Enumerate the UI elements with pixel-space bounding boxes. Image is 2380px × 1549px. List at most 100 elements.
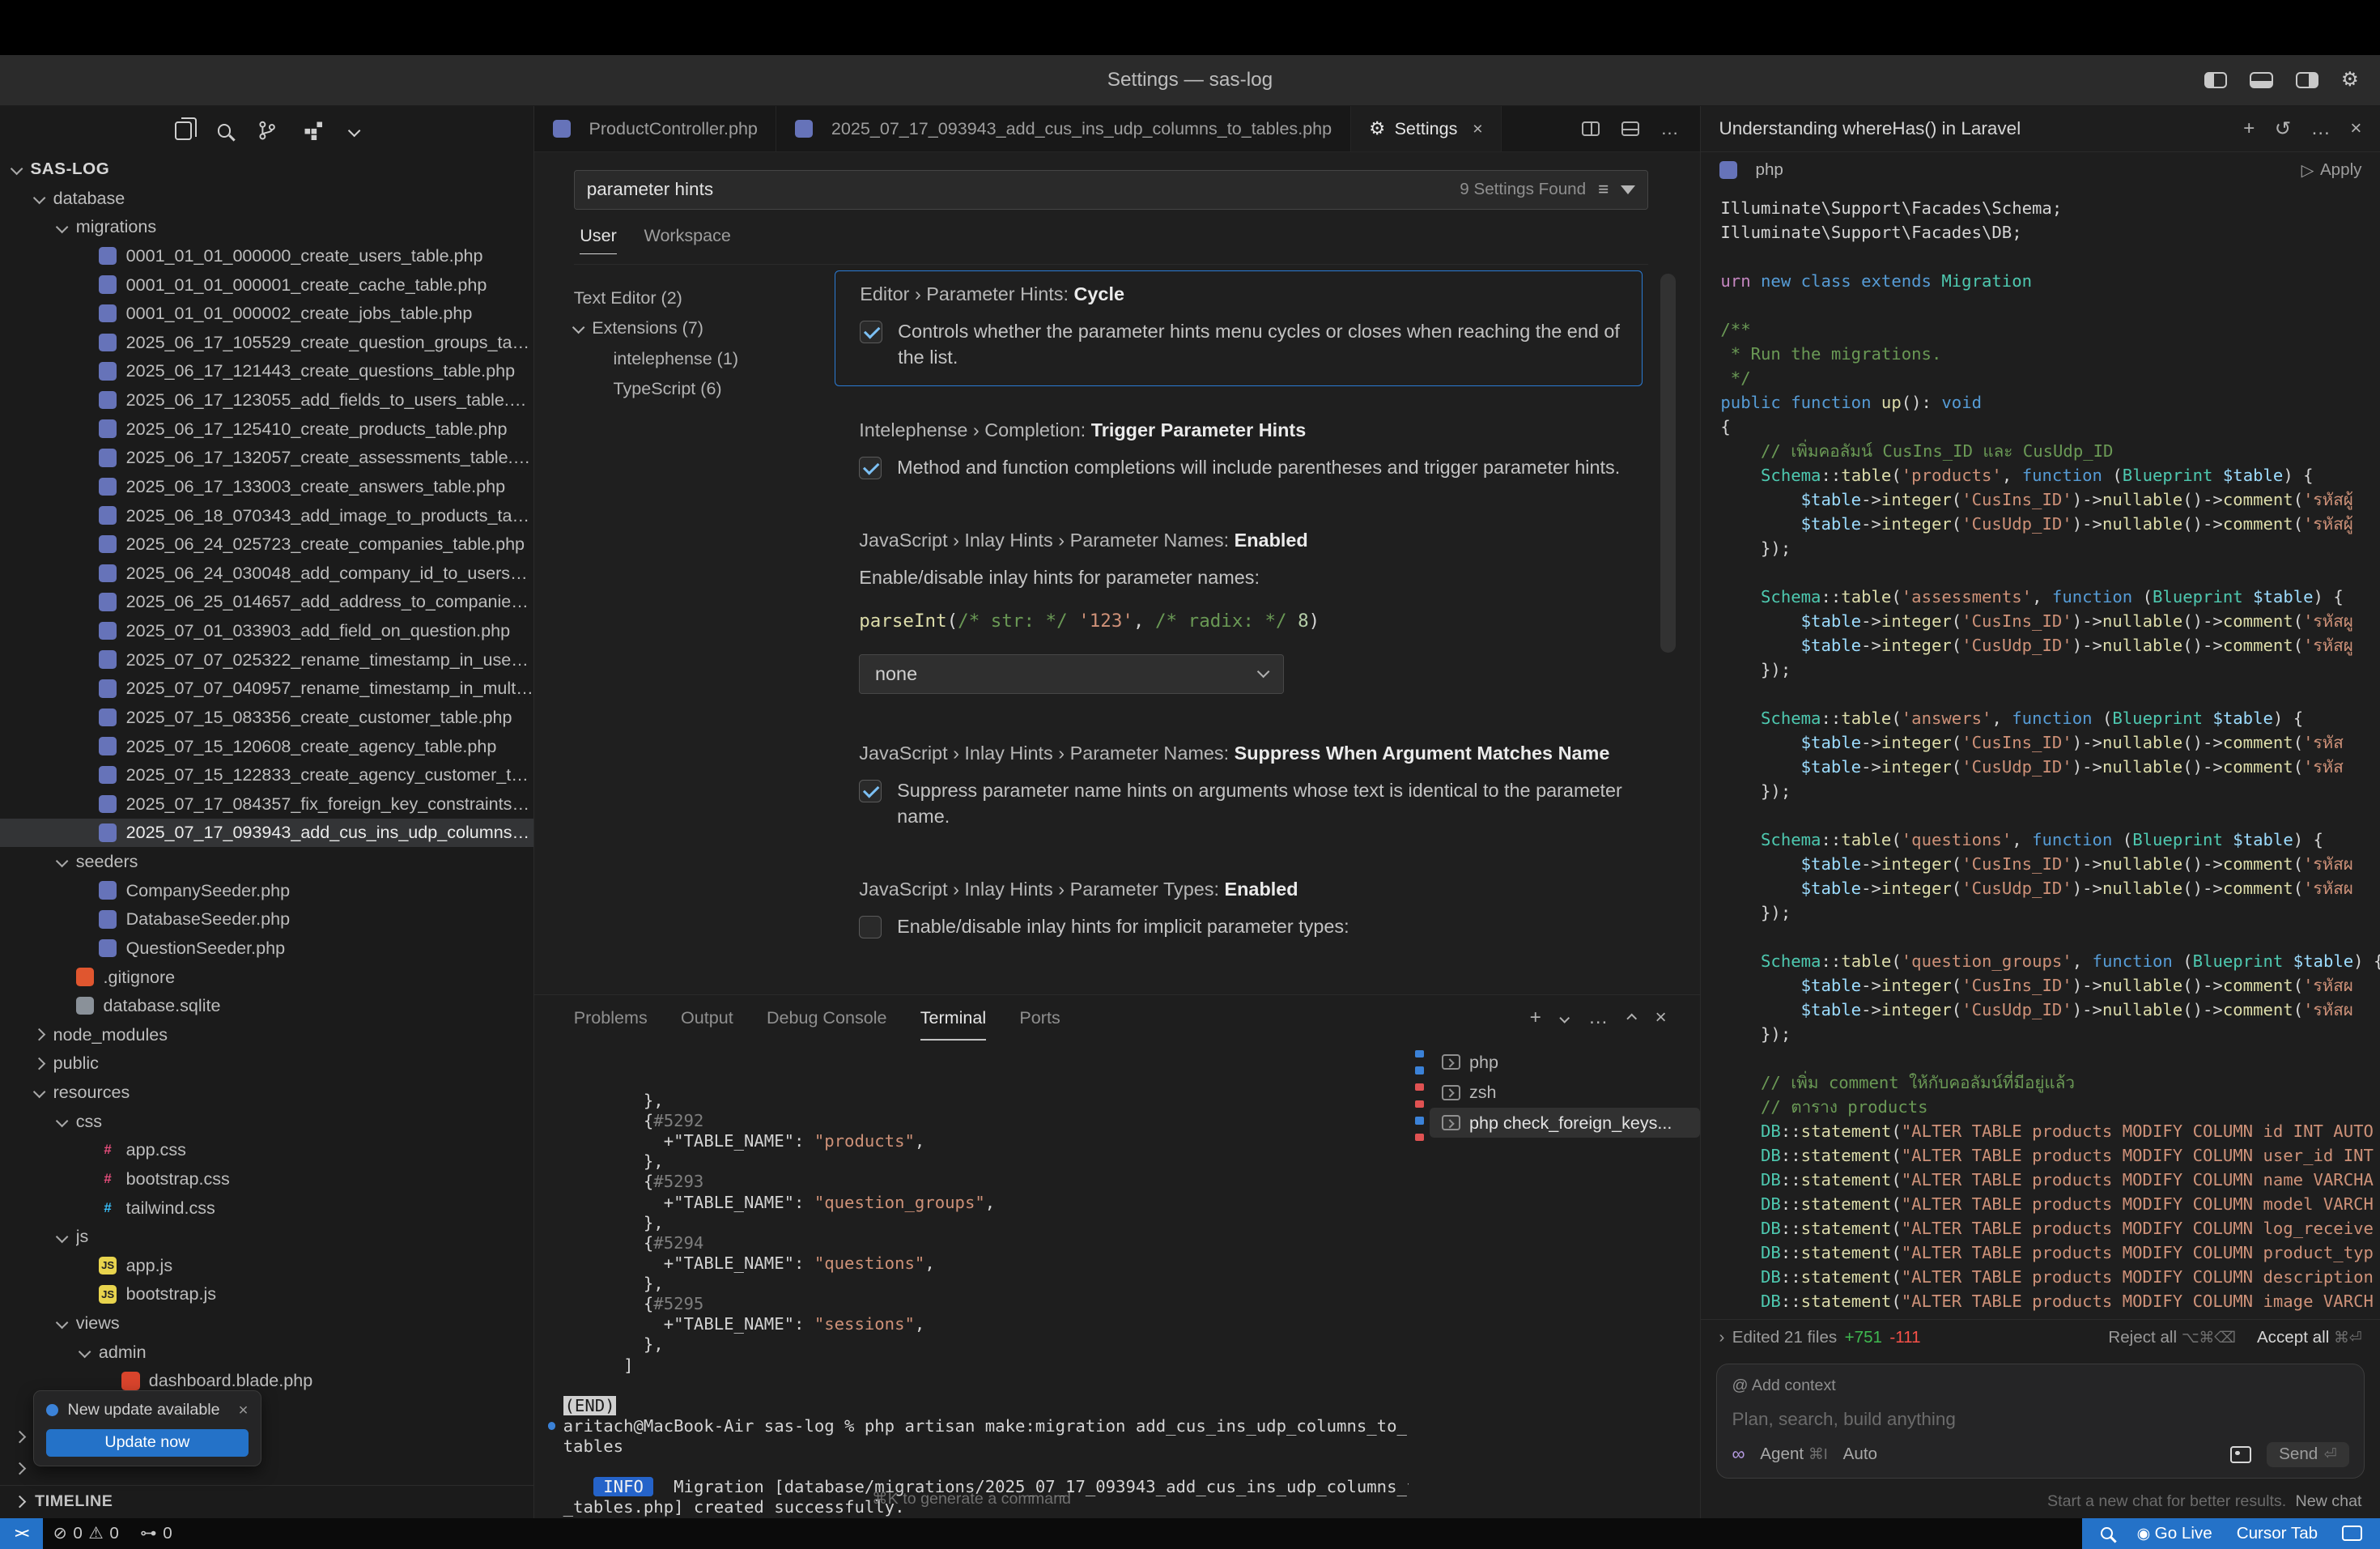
tree-item[interactable]: 2025_07_07_040957_rename_timestamp_in_mu…	[0, 674, 533, 704]
explorer-icon[interactable]	[175, 121, 192, 140]
split-editor-icon[interactable]	[1582, 121, 1600, 137]
terminal-list-item[interactable]: php	[1430, 1047, 1700, 1078]
attach-image-icon[interactable]	[2230, 1446, 2251, 1463]
tree-item[interactable]: database.sqlite	[0, 991, 533, 1020]
filter-icon[interactable]	[1621, 185, 1635, 194]
tree-item[interactable]: 2025_06_25_014657_add_address_to_compani…	[0, 588, 533, 617]
add-context-button[interactable]: @ Add context	[1732, 1377, 2349, 1395]
setting-checkbox[interactable]	[860, 321, 882, 343]
more-actions-icon[interactable]: …	[1660, 118, 1679, 139]
tree-item[interactable]: 2025_07_15_122833_create_agency_customer…	[0, 760, 533, 789]
toc-item[interactable]: intelephense (1)	[574, 343, 829, 374]
editor-tab[interactable]: ProductController.php	[534, 106, 776, 151]
tree-item[interactable]: 0001_01_01_000001_create_cache_table.php	[0, 270, 533, 300]
tree-item[interactable]: JSbootstrap.js	[0, 1280, 533, 1309]
tree-item[interactable]: database	[0, 184, 533, 213]
toggle-bottom-panel-icon[interactable]	[2250, 72, 2272, 89]
panel-tab-ports[interactable]: Ports	[1019, 995, 1060, 1040]
timeline-section-header[interactable]: TIMELINE	[0, 1485, 533, 1518]
tree-item[interactable]: views	[0, 1309, 533, 1338]
tree-item[interactable]: 2025_06_17_123055_add_fields_to_users_ta…	[0, 385, 533, 415]
tree-item[interactable]: node_modules	[0, 1020, 533, 1049]
more-actions-icon[interactable]: …	[1588, 1006, 1608, 1029]
tree-item[interactable]: 2025_06_17_125410_create_products_table.…	[0, 415, 533, 444]
setting-checkbox[interactable]	[859, 780, 882, 802]
clear-filters-icon[interactable]: ≡	[1598, 182, 1609, 198]
chevron-down-icon[interactable]	[1559, 1013, 1570, 1023]
close-panel-icon[interactable]: ×	[1655, 1006, 1667, 1029]
chat-code-block[interactable]: Illuminate\Support\Facades\Schema;Illumi…	[1701, 189, 2380, 1320]
search-icon[interactable]	[218, 124, 232, 138]
panel-tab-terminal[interactable]: Terminal	[920, 995, 986, 1040]
tree-item[interactable]: 2025_06_17_133003_create_answers_table.p…	[0, 472, 533, 501]
remote-indicator[interactable]: ><	[0, 1518, 43, 1549]
edited-files-label[interactable]: Edited 21 files	[1732, 1328, 1837, 1347]
close-icon[interactable]: ×	[238, 1401, 248, 1420]
tree-item[interactable]: #tailwind.css	[0, 1194, 533, 1223]
new-terminal-icon[interactable]: +	[1530, 1006, 1541, 1029]
tree-item[interactable]: CompanySeeder.php	[0, 876, 533, 905]
tree-item[interactable]: js	[0, 1222, 533, 1251]
setting-checkbox[interactable]	[859, 457, 882, 479]
tree-item[interactable]: migrations	[0, 213, 533, 242]
scrollbar[interactable]	[1660, 274, 1676, 653]
scope-tab-workspace[interactable]: Workspace	[644, 225, 731, 254]
tree-item[interactable]: 2025_06_17_105529_create_question_groups…	[0, 328, 533, 357]
toc-item[interactable]: TypeScript (6)	[574, 373, 829, 404]
terminal-output[interactable]: }, {#5292 +"TABLE_NAME": "products", }, …	[534, 1040, 1409, 1518]
tree-item[interactable]: 2025_07_15_120608_create_agency_table.ph…	[0, 732, 533, 761]
toc-item[interactable]: Text Editor (2)	[574, 283, 829, 313]
tree-item[interactable]: 2025_06_18_070343_add_image_to_products_…	[0, 501, 533, 530]
tree-item[interactable]: 2025_07_17_084357_fix_foreign_key_constr…	[0, 789, 533, 819]
tree-item[interactable]: 2025_06_17_121443_create_questions_table…	[0, 357, 533, 386]
agent-mode-selector[interactable]: Agent ⌘I	[1760, 1445, 1828, 1464]
settings-search-input[interactable]	[587, 179, 1448, 200]
tree-item[interactable]: SAS-LOG	[0, 155, 533, 184]
reject-all-button[interactable]: Reject all ⌥⌘⌫	[2108, 1328, 2235, 1347]
tree-item[interactable]: dashboard.blade.php	[0, 1367, 533, 1391]
tree-item[interactable]: public	[0, 1049, 533, 1079]
toggle-left-panel-icon[interactable]	[2204, 72, 2227, 89]
cursor-tab-toggle[interactable]: Cursor Tab	[2237, 1524, 2318, 1543]
close-icon[interactable]: ×	[2350, 117, 2361, 140]
tree-item[interactable]: 2025_06_17_132057_create_assessments_tab…	[0, 444, 533, 473]
tree-item[interactable]: resources	[0, 1078, 533, 1107]
send-button[interactable]: Send⏎	[2267, 1442, 2348, 1468]
new-chat-icon[interactable]: +	[2243, 117, 2255, 140]
source-control-icon[interactable]	[257, 120, 278, 141]
chat-input-box[interactable]: @ Add context Plan, search, build anythi…	[1716, 1364, 2365, 1479]
tree-item[interactable]: 2025_06_24_025723_create_companies_table…	[0, 530, 533, 559]
tree-item[interactable]: DatabaseSeeder.php	[0, 905, 533, 934]
tree-item[interactable]: JSapp.js	[0, 1251, 533, 1280]
tree-item[interactable]: 0001_01_01_000002_create_jobs_table.php	[0, 299, 533, 328]
settings-gear-icon[interactable]: ⚙	[2341, 70, 2359, 90]
apply-button[interactable]: ▷ Apply	[2301, 160, 2362, 181]
more-actions-icon[interactable]: …	[2311, 117, 2331, 140]
tree-item[interactable]: 2025_07_17_093943_add_cus_ins_udp_column…	[0, 819, 533, 848]
chevron-down-icon[interactable]	[347, 124, 360, 137]
history-icon[interactable]: ↺	[2275, 117, 2291, 141]
tree-item[interactable]: seeders	[0, 847, 533, 876]
tree-item[interactable]: .gitignore	[0, 963, 533, 992]
tree-item[interactable]: #app.css	[0, 1136, 533, 1165]
extensions-icon[interactable]	[304, 121, 323, 140]
panel-tab-debug-console[interactable]: Debug Console	[767, 995, 887, 1040]
terminal-list-item[interactable]: zsh	[1430, 1077, 1700, 1108]
maximize-panel-icon[interactable]	[1626, 1013, 1637, 1023]
tree-item[interactable]: #bootstrap.css	[0, 1164, 533, 1194]
search-icon[interactable]	[2101, 1527, 2113, 1539]
editor-tab[interactable]: ⚙Settings×	[1351, 106, 1502, 151]
tree-item[interactable]: 2025_07_01_033903_add_field_on_question.…	[0, 616, 533, 645]
setting-select[interactable]: none	[859, 654, 1284, 694]
new-chat-link[interactable]: New chat	[2295, 1492, 2361, 1511]
update-now-button[interactable]: Update now	[46, 1429, 248, 1457]
problems-status[interactable]: ⊘0 ⚠0	[43, 1518, 130, 1549]
tree-item[interactable]: 0001_01_01_000000_create_users_table.php	[0, 241, 533, 270]
terminal-list-item[interactable]: php check_foreign_keys...	[1430, 1108, 1700, 1138]
toggle-right-panel-icon[interactable]	[2296, 72, 2318, 89]
setting-checkbox[interactable]	[859, 916, 882, 938]
model-selector[interactable]: Auto	[1843, 1445, 1877, 1464]
tree-item[interactable]: 2025_06_24_030048_add_company_id_to_user…	[0, 559, 533, 588]
tree-item[interactable]: QuestionSeeder.php	[0, 934, 533, 963]
ports-status[interactable]: ⊶0	[130, 1518, 183, 1549]
